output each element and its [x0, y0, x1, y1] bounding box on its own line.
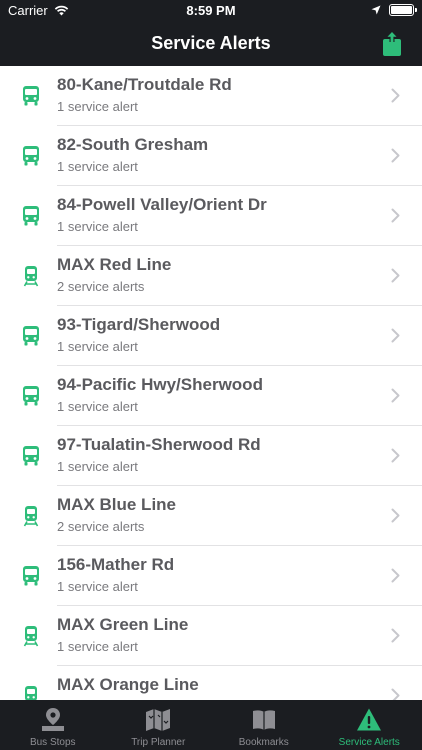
alert-count: 1 service alert [57, 159, 138, 174]
alert-row[interactable]: 82-South Gresham 1 service alert [0, 126, 422, 186]
alert-row[interactable]: 156-Mather Rd 1 service alert [0, 546, 422, 606]
alert-count: 1 service alert [57, 459, 138, 474]
warning-icon [356, 707, 382, 733]
alert-row[interactable]: 80-Kane/Troutdale Rd 1 service alert [0, 66, 422, 126]
tab-trip-planner[interactable]: Trip Planner [106, 700, 212, 750]
chevron-right-icon [391, 448, 400, 463]
book-icon [251, 707, 277, 733]
tab-service-alerts[interactable]: Service Alerts [317, 700, 422, 750]
alert-route-name: 82-South Gresham [57, 135, 209, 154]
alert-count: 1 service alert [57, 639, 138, 654]
alert-count: 1 service alert [57, 339, 138, 354]
alert-count: 1 service alert [57, 399, 138, 414]
status-bar: Carrier 8:59 PM [0, 0, 422, 22]
alert-route-name: 93-Tigard/Sherwood [57, 315, 221, 334]
tab-label: Trip Planner [131, 737, 186, 748]
chevron-right-icon [391, 688, 400, 700]
alert-row[interactable]: MAX Blue Line 2 service alerts [0, 486, 422, 546]
chevron-right-icon [391, 328, 400, 343]
alert-route-name: MAX Red Line [57, 255, 172, 274]
alert-count: 1 service alert [57, 219, 138, 234]
status-right [371, 4, 417, 16]
alert-row[interactable]: 84-Powell Valley/Orient Dr 1 service aler… [0, 186, 422, 246]
bus-icon [22, 145, 40, 167]
service-alerts-screen: Carrier 8:59 PM Service Alerts 80-Kane/T… [0, 0, 422, 750]
chevron-right-icon [391, 88, 400, 103]
alert-count: 2 service alerts [57, 279, 145, 294]
alert-count: 1 service alert [57, 99, 138, 114]
alert-route-name: 80-Kane/Troutdale Rd [57, 75, 232, 94]
bus-icon [22, 445, 40, 467]
tab-bus-stops[interactable]: Bus Stops [0, 700, 106, 750]
status-time: 8:59 PM [186, 3, 236, 18]
share-icon[interactable] [382, 31, 402, 57]
bus-icon [22, 325, 40, 347]
alert-route-name: MAX Blue Line [57, 495, 177, 514]
page-title: Service Alerts [151, 33, 271, 53]
chevron-right-icon [391, 388, 400, 403]
tab-label: Bookmarks [238, 737, 289, 748]
alert-row[interactable]: 94-Pacific Hwy/Sherwood 1 service alert [0, 366, 422, 426]
nav-bar: Service Alerts [0, 22, 422, 66]
chevron-right-icon [391, 628, 400, 643]
chevron-right-icon [391, 148, 400, 163]
alert-route-name: MAX Orange Line [57, 675, 199, 694]
alert-row[interactable]: 97-Tualatin-Sherwood Rd 1 service alert [0, 426, 422, 486]
location-arrow-icon [371, 5, 381, 15]
alert-row[interactable]: 93-Tigard/Sherwood 1 service alert [0, 306, 422, 366]
trip-map-icon [145, 707, 171, 733]
train-icon [22, 685, 40, 700]
alert-row[interactable]: MAX Green Line 1 service alert [0, 606, 422, 666]
chevron-right-icon [391, 208, 400, 223]
chevron-right-icon [391, 508, 400, 523]
alert-count: 1 service alert [57, 579, 138, 594]
bus-icon [22, 205, 40, 227]
alert-route-name: 94-Pacific Hwy/Sherwood [57, 375, 263, 394]
alert-route-name: 97-Tualatin-Sherwood Rd [57, 435, 261, 454]
tab-label: Bus Stops [29, 737, 76, 748]
alert-route-name: 156-Mather Rd [57, 555, 175, 574]
alert-row[interactable]: MAX Red Line 2 service alerts [0, 246, 422, 306]
tab-label: Service Alerts [338, 737, 400, 748]
train-icon [22, 625, 40, 647]
alert-count: 2 service alerts [57, 519, 145, 534]
bus-icon [22, 385, 40, 407]
alert-list: 80-Kane/Troutdale Rd 1 service alert 82-So… [0, 66, 422, 700]
chevron-right-icon [391, 568, 400, 583]
train-icon [22, 265, 40, 287]
tab-bar: Bus Stops Trip Planner Bookmarks Service Al… [0, 700, 422, 750]
alert-route-name: MAX Green Line [57, 615, 189, 634]
alert-route-name: 84-Powell Valley/Orient Dr [57, 195, 267, 214]
bus-icon [22, 565, 40, 587]
battery-icon [389, 4, 417, 16]
chevron-right-icon [391, 268, 400, 283]
tab-bookmarks[interactable]: Bookmarks [211, 700, 317, 750]
alert-row[interactable]: MAX Orange Line [0, 666, 422, 700]
train-icon [22, 505, 40, 527]
bus-icon [22, 85, 40, 107]
map-pin-icon [40, 707, 66, 733]
